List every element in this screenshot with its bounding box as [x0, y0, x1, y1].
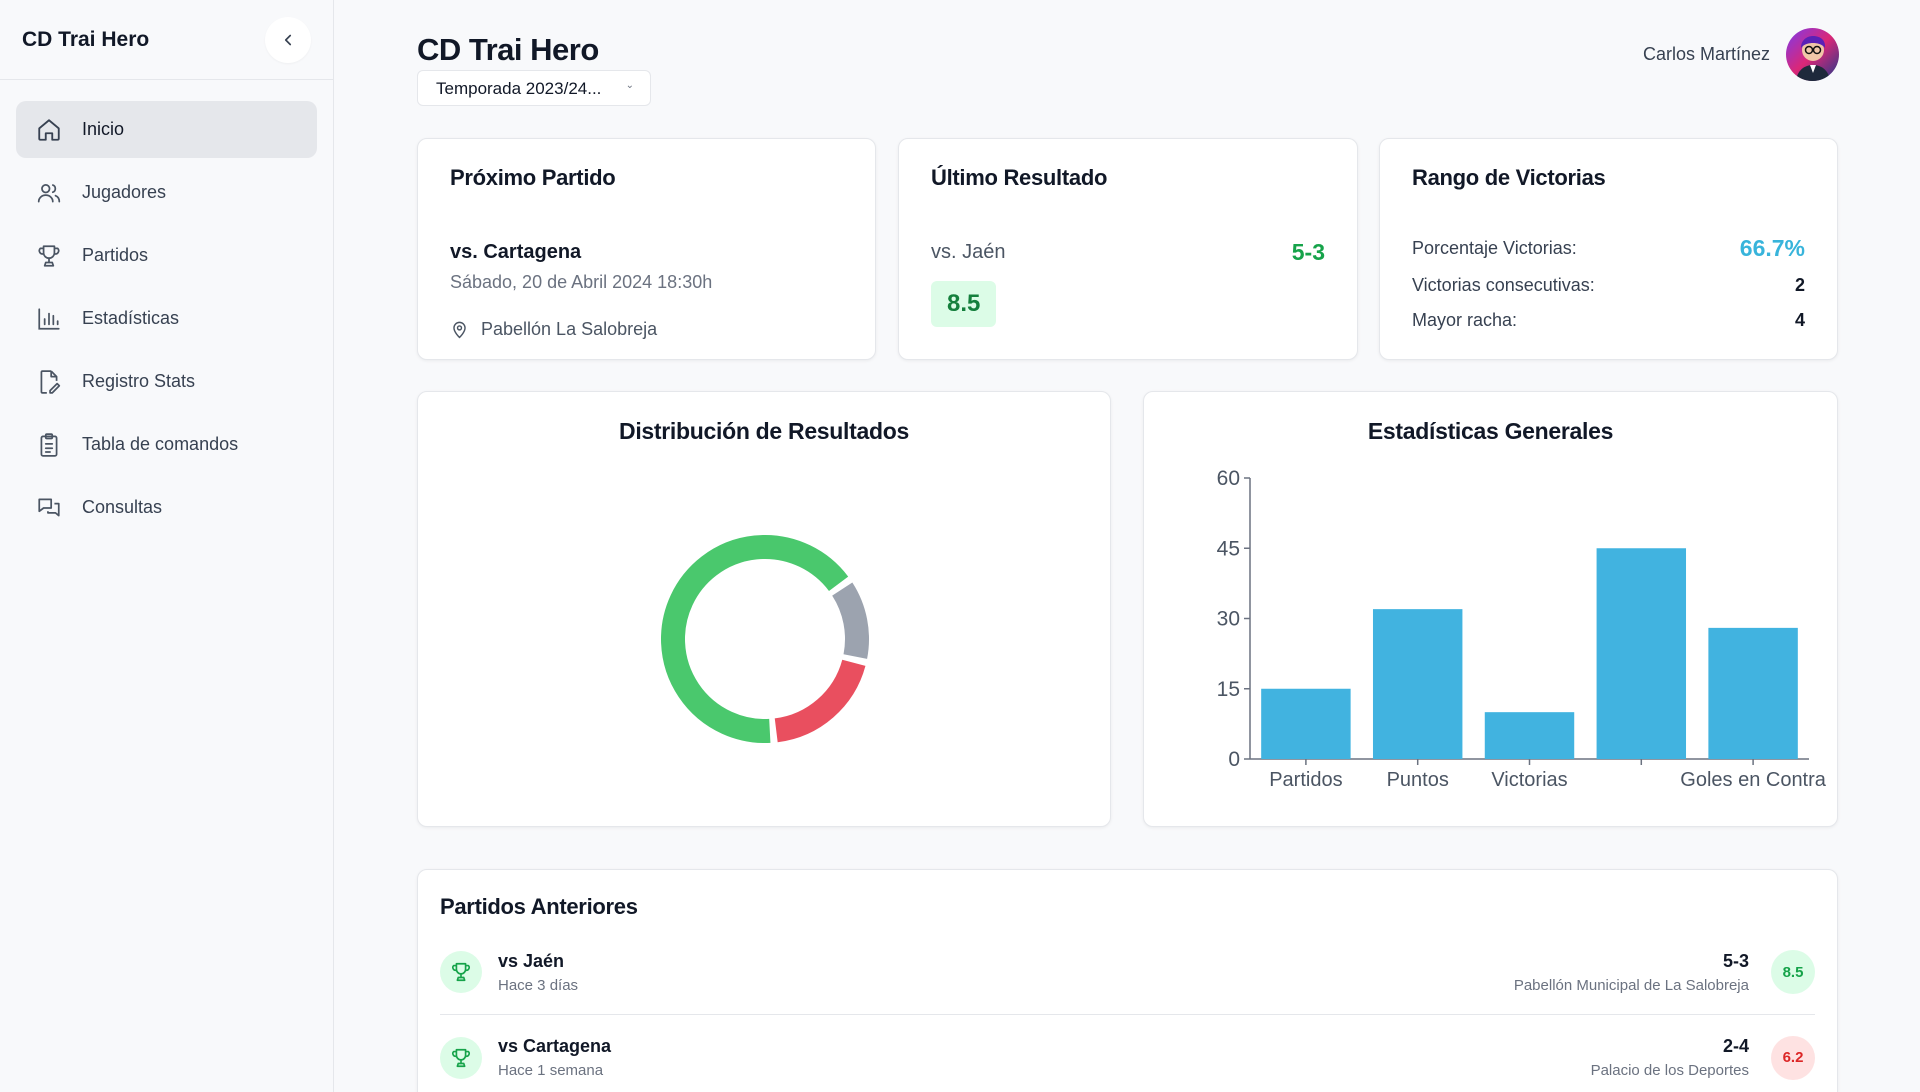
sidebar-item-label: Tabla de comandos	[82, 434, 239, 454]
collapse-sidebar-button[interactable]	[265, 16, 311, 63]
match-venue: Pabellón Municipal de La Salobreja	[1513, 976, 1749, 994]
match-time: Hace 3 días	[498, 976, 579, 994]
bar	[1484, 712, 1575, 759]
sidebar-item-jugadores[interactable]: Jugadores	[16, 164, 317, 221]
win-range-title: Rango de Victorias	[1412, 165, 1606, 190]
page-title: CD Trai Hero	[417, 32, 599, 67]
match-opponent: vs Jaén	[498, 950, 565, 971]
last-result-opponent: vs. Jaén	[931, 241, 1006, 263]
trophy-icon	[440, 1036, 482, 1079]
next-match-title: Próximo Partido	[450, 165, 616, 190]
win-streak-row: Victorias consecutivas: 2	[1412, 275, 1805, 296]
x-tick-label: Partidos	[1269, 769, 1342, 791]
next-match-card: Próximo Partido vs. Cartagena Sábado, 20…	[417, 138, 876, 360]
sidebar-item-tabla-comandos[interactable]: Tabla de comandos	[16, 416, 317, 473]
match-time: Hace 1 semana	[498, 1062, 604, 1079]
sidebar-item-label: Registro Stats	[82, 371, 196, 391]
match-opponent: vs Cartagena	[498, 1036, 612, 1056]
map-pin-icon	[453, 321, 466, 339]
sidebar-item-estadisticas[interactable]: Estadísticas	[16, 290, 317, 347]
x-tick-label: Victorias	[1491, 769, 1567, 791]
match-rating: 8.5	[1771, 950, 1815, 994]
win-streak-label: Victorias consecutivas:	[1412, 275, 1595, 295]
sidebar-item-label: Estadísticas	[82, 308, 180, 328]
best-streak-label: Mayor racha:	[1412, 310, 1518, 330]
bar	[1261, 688, 1351, 759]
x-tick-label: Puntos	[1387, 769, 1449, 791]
last-result-score: 5-3	[1291, 239, 1325, 265]
last-result-card: Último Resultado vs. Jaén 5-3 8.5	[898, 138, 1358, 360]
sidebar: CD Trai Hero Inicio Jugadores Partidos E…	[0, 0, 334, 1092]
home-icon	[36, 117, 62, 143]
season-select[interactable]: Temporada 2023/24... ⌄	[417, 70, 651, 106]
sidebar-nav: Inicio Jugadores Partidos Estadísticas R…	[0, 80, 333, 563]
trophy-icon	[36, 243, 62, 269]
x-tick-label: Goles en Contra	[1680, 769, 1827, 791]
sidebar-item-label: Inicio	[82, 119, 125, 139]
next-match-venue: Pabellón La Salobreja	[450, 319, 843, 340]
general-stats-card: Estadísticas Generales 0 15 30 45 60 Partidos…	[1143, 391, 1838, 827]
y-tick-label: 30	[1217, 608, 1240, 631]
list-item[interactable]: vs Jaén Hace 3 días 5-3 Pabellón Municip…	[440, 930, 1815, 1015]
win-percentage-row: Porcentaje Victorias: 66.7%	[1412, 235, 1805, 262]
users-icon	[36, 180, 62, 206]
sidebar-item-label: Partidos	[82, 245, 149, 265]
sidebar-item-registro-stats[interactable]: Registro Stats	[16, 353, 317, 410]
match-venue: Palacio de los Deportes	[1590, 1062, 1749, 1079]
previous-matches-card: Partidos Anteriores vs Jaén Hace 3 días …	[417, 869, 1838, 1092]
y-tick-label: 15	[1217, 678, 1240, 701]
match-score: 5-3	[1722, 950, 1749, 971]
file-pen-icon	[36, 369, 62, 395]
general-stats-bar-chart: 0 15 30 45 60 Partidos Puntos Victorias Goles en…	[1217, 467, 1827, 791]
bar	[1708, 627, 1798, 759]
last-result-title: Último Resultado	[931, 165, 1108, 190]
sidebar-title: CD Trai Hero	[22, 27, 150, 51]
user-name: Carlos Martínez	[1642, 44, 1770, 64]
sidebar-item-inicio[interactable]: Inicio	[16, 101, 317, 158]
season-select-value: Temporada 2023/24...	[436, 79, 602, 98]
win-range-card: Rango de Victorias Porcentaje Victorias:…	[1379, 138, 1838, 360]
y-tick-label: 45	[1217, 537, 1240, 560]
bar	[1596, 548, 1687, 759]
match-score: 2-4	[1722, 1036, 1749, 1056]
results-distribution-card: Distribución de Resultados	[417, 391, 1111, 827]
previous-matches-list: vs Jaén Hace 3 días 5-3 Pabellón Municip…	[440, 930, 1815, 1092]
win-percentage-value: 66.7%	[1739, 235, 1805, 261]
win-percentage-label: Porcentaje Victorias:	[1412, 238, 1577, 258]
previous-matches-title: Partidos Anteriores	[440, 894, 638, 919]
best-streak-row: Mayor racha: 4	[1412, 310, 1805, 331]
avatar[interactable]	[1786, 28, 1839, 81]
sidebar-item-partidos[interactable]: Partidos	[16, 227, 317, 284]
sidebar-item-label: Consultas	[82, 497, 163, 517]
bar	[1372, 609, 1463, 759]
best-streak-value: 4	[1794, 310, 1805, 330]
clipboard-icon	[36, 432, 62, 458]
match-rating: 6.2	[1771, 1035, 1815, 1080]
last-result-rating: 8.5	[931, 281, 997, 327]
user-menu[interactable]: Carlos Martínez	[1643, 28, 1839, 81]
list-item[interactable]: vs Cartagena Hace 1 semana 2-4 Palacio d…	[440, 1015, 1815, 1092]
sidebar-header: CD Trai Hero	[0, 0, 333, 80]
draw-slice	[831, 582, 869, 659]
sidebar-item-label: Jugadores	[82, 182, 167, 202]
next-match-date: Sábado, 20 de Abril 2024 18:30h	[450, 272, 713, 292]
last-result-row: vs. Jaén 5-3	[931, 239, 1325, 266]
chevron-left-icon	[284, 34, 292, 45]
win-streak-value: 2	[1794, 275, 1805, 295]
y-tick-label: 0	[1228, 748, 1240, 771]
bar-chart-icon	[36, 306, 62, 332]
chevron-down-icon: ⌄	[625, 80, 634, 91]
trophy-icon	[440, 951, 482, 993]
loss-slice	[774, 659, 866, 743]
next-match-venue-label: Pabellón La Salobreja	[481, 319, 658, 339]
y-tick-label: 60	[1217, 467, 1240, 490]
next-match-opponent: vs. Cartagena	[450, 241, 582, 263]
results-donut-chart	[661, 535, 869, 743]
sidebar-item-consultas[interactable]: Consultas	[16, 479, 317, 536]
messages-icon	[36, 495, 62, 521]
